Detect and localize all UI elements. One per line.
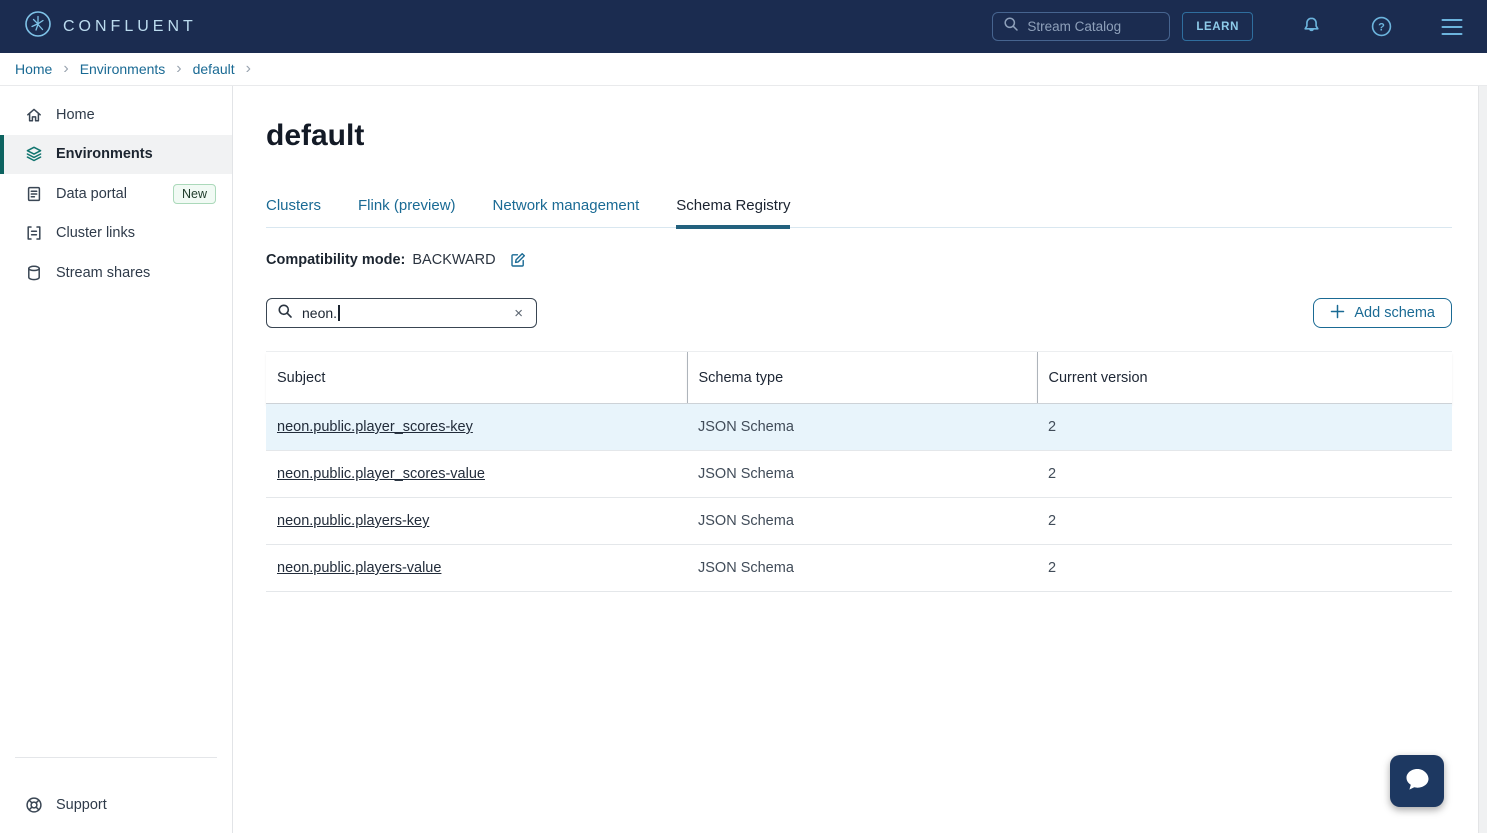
top-navbar: CONFLUENT LEARN ?	[0, 0, 1487, 53]
stream-catalog-input[interactable]	[1027, 19, 1147, 34]
table-row[interactable]: neon.public.player_scores-key JSON Schem…	[266, 404, 1452, 451]
chat-bubble-icon	[1402, 765, 1432, 798]
database-icon	[25, 264, 43, 282]
compatibility-mode-value: BACKWARD	[412, 252, 495, 268]
sidebar-item-label: Cluster links	[56, 225, 135, 241]
column-header-subject[interactable]: Subject	[266, 352, 687, 404]
support-lifering-icon	[25, 796, 43, 814]
learn-button[interactable]: LEARN	[1182, 12, 1253, 41]
current-version-cell: 2	[1037, 404, 1452, 451]
clear-search-icon[interactable]: ×	[511, 305, 526, 322]
tab-bar: Clusters Flink (preview) Network managem…	[266, 197, 1452, 228]
text-caret	[338, 305, 340, 321]
schema-type-cell: JSON Schema	[687, 498, 1037, 545]
current-version-cell: 2	[1037, 545, 1452, 592]
compatibility-mode-row: Compatibility mode: BACKWARD	[266, 252, 1452, 268]
schema-type-cell: JSON Schema	[687, 404, 1037, 451]
confluent-logo[interactable]: CONFLUENT	[24, 10, 197, 43]
sidebar-item-environments[interactable]: Environments	[0, 135, 232, 175]
current-version-cell: 2	[1037, 498, 1452, 545]
search-icon	[277, 303, 293, 324]
sidebar-item-stream-shares[interactable]: Stream shares	[0, 253, 232, 293]
sidebar-item-support[interactable]: Support	[0, 786, 232, 826]
sidebar: Home Environments Data portal New	[0, 86, 233, 833]
subject-search-input[interactable]: neon. ×	[266, 298, 537, 328]
scrollbar-track[interactable]	[1478, 86, 1487, 833]
breadcrumb-default[interactable]: default	[193, 61, 235, 77]
cluster-links-icon	[25, 224, 43, 242]
hamburger-menu-icon[interactable]	[1440, 17, 1464, 37]
confluent-sparkle-icon	[24, 10, 52, 43]
breadcrumb-separator: ›	[63, 61, 68, 77]
add-schema-label: Add schema	[1354, 305, 1435, 321]
breadcrumb-home[interactable]: Home	[15, 61, 52, 77]
tab-network-management[interactable]: Network management	[493, 197, 640, 227]
tab-clusters[interactable]: Clusters	[266, 197, 321, 227]
sidebar-item-label: Support	[56, 797, 107, 813]
search-value: neon.	[302, 305, 337, 321]
breadcrumb: Home › Environments › default ›	[0, 53, 1487, 86]
sidebar-item-label: Data portal	[56, 186, 127, 202]
search-icon	[1003, 16, 1019, 37]
document-icon	[25, 185, 43, 203]
stream-catalog-search[interactable]	[992, 12, 1170, 41]
subject-link[interactable]: neon.public.player_scores-key	[277, 419, 473, 435]
table-header-row: Subject Schema type Current version	[266, 352, 1452, 404]
brand-name: CONFLUENT	[63, 18, 197, 36]
chat-widget-button[interactable]	[1390, 755, 1444, 807]
page-title: default	[266, 119, 1452, 153]
breadcrumb-environments[interactable]: Environments	[80, 61, 166, 77]
table-row[interactable]: neon.public.player_scores-value JSON Sch…	[266, 451, 1452, 498]
notifications-bell-icon[interactable]	[1300, 15, 1323, 38]
sidebar-item-home[interactable]: Home	[0, 95, 232, 135]
sidebar-item-cluster-links[interactable]: Cluster links	[0, 214, 232, 254]
subject-link[interactable]: neon.public.players-key	[277, 513, 429, 529]
breadcrumb-separator: ›	[176, 61, 181, 77]
svg-text:?: ?	[1378, 21, 1385, 33]
subject-link[interactable]: neon.public.player_scores-value	[277, 466, 485, 482]
table-toolbar: neon. × Add schema	[266, 298, 1452, 328]
plus-icon	[1330, 304, 1345, 323]
edit-icon[interactable]	[510, 252, 526, 268]
help-icon[interactable]: ?	[1370, 15, 1393, 38]
table-row[interactable]: neon.public.players-value JSON Schema 2	[266, 545, 1452, 592]
sidebar-item-label: Environments	[56, 146, 153, 162]
breadcrumb-separator: ›	[246, 61, 251, 77]
home-icon	[25, 106, 43, 124]
add-schema-button[interactable]: Add schema	[1313, 298, 1452, 328]
new-badge: New	[173, 184, 216, 204]
current-version-cell: 2	[1037, 451, 1452, 498]
tab-schema-registry[interactable]: Schema Registry	[676, 197, 790, 227]
main-content: default Clusters Flink (preview) Network…	[233, 86, 1478, 592]
column-header-current-version[interactable]: Current version	[1037, 352, 1452, 404]
compatibility-mode-label: Compatibility mode:	[266, 252, 405, 268]
tab-flink-preview[interactable]: Flink (preview)	[358, 197, 456, 227]
subject-link[interactable]: neon.public.players-value	[277, 560, 441, 576]
layers-icon	[25, 145, 43, 163]
schema-type-cell: JSON Schema	[687, 451, 1037, 498]
sidebar-item-label: Home	[56, 107, 95, 123]
column-header-schema-type[interactable]: Schema type	[687, 352, 1037, 404]
schema-type-cell: JSON Schema	[687, 545, 1037, 592]
sidebar-item-label: Stream shares	[56, 265, 150, 281]
table-row[interactable]: neon.public.players-key JSON Schema 2	[266, 498, 1452, 545]
sidebar-divider	[15, 757, 217, 758]
sidebar-item-data-portal[interactable]: Data portal New	[0, 174, 232, 214]
schemas-table: Subject Schema type Current version neon…	[266, 351, 1452, 592]
